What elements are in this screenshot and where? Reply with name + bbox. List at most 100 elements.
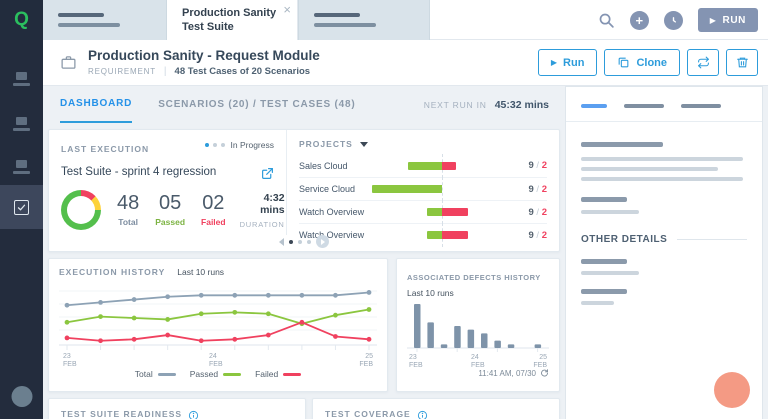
tab-title-line1: Production Sanity [182,6,297,20]
legend-item-passed: Passed [190,369,241,379]
readiness-heading: TEST SUITE READINESS [61,409,182,419]
close-icon[interactable]: × [283,2,291,17]
browser-tab-1[interactable] [43,0,167,40]
last-runs-subtitle: Last 10 runs [407,288,549,298]
defects-bar-chart [407,300,549,354]
x-tick-label: 25FEB [533,354,547,370]
run-label: RUN [723,15,746,26]
other-details-heading: OTHER DETAILS [581,234,667,245]
execution-history-chart [59,281,377,353]
project-progress-bar [377,162,507,170]
tab-skeleton-active[interactable] [581,104,607,108]
refresh-icon[interactable] [540,369,549,378]
run-button[interactable]: ▶ Run [538,49,598,76]
stat-value: 05 [155,193,185,213]
stat-label: Total [117,217,139,227]
details-side-panel: OTHER DETAILS [565,86,763,419]
user-avatar[interactable] [11,386,32,407]
execution-stats-row: 48 Total 05 Passed 02 Failed 4:32 mins D… [61,190,274,230]
chevron-down-icon [360,142,368,147]
duration-label: DURATION [240,220,285,229]
tab-skeleton[interactable] [624,104,664,108]
tab-title-line2: Test Suite [182,20,297,34]
stat-label: Passed [155,217,185,227]
logo-q-icon: Q [14,9,29,31]
divider: | [164,66,167,77]
last-execution-card: LAST EXECUTION In Progress Test Suite - … [48,129,560,252]
clone-button[interactable]: Clone [604,49,680,76]
placeholder-icon [13,72,30,86]
skeleton-heading [581,197,627,202]
projects-rows: Sales Cloud 9 / 2 Service Cloud 9 / 2 Wa… [299,154,547,246]
schedule-repeat-button[interactable] [687,49,719,76]
tab-skeleton-line [314,13,360,17]
test-suite-readiness-card: TEST SUITE READINESS [48,398,306,419]
timestamp-text: 11:41 AM, 07/30 [478,369,536,378]
execution-donut-chart [61,190,101,230]
in-progress-status: In Progress [205,140,274,150]
scrollbar-track[interactable] [763,86,768,419]
info-icon[interactable] [417,408,428,419]
progress-dot [213,143,217,147]
last-refresh-timestamp: 11:41 AM, 07/30 [407,369,549,378]
execution-history-card: EXECUTION HISTORY Last 10 runs 23FEB 24F… [48,258,388,392]
chevron-left-icon[interactable] [279,238,284,246]
briefcase-icon [60,54,77,71]
tab-dashboard[interactable]: DASHBOARD [60,86,132,123]
info-icon[interactable] [188,408,199,419]
tab-skeleton-line [58,13,104,17]
add-icon[interactable]: + [630,11,649,30]
coverage-heading: TEST COVERAGE [325,409,411,419]
stat-value: 48 [117,193,139,213]
skeleton-line [581,177,743,181]
last-execution-panel: LAST EXECUTION In Progress Test Suite - … [49,130,286,251]
sidebar-item-test-suites-active[interactable] [0,185,43,229]
stat-passed: 05 Passed [155,193,185,227]
progress-dot [205,143,209,147]
clock-icon[interactable] [664,11,683,30]
projects-header[interactable]: PROJECTS [299,139,547,149]
projects-panel: PROJECTS Sales Cloud 9 / 2 Service Cloud… [286,130,559,235]
skeleton-line [581,271,639,275]
project-row[interactable]: Watch Overview 9 / 2 [299,223,547,246]
clone-label: Clone [636,57,667,69]
browser-tab-3[interactable] [298,0,430,40]
sidebar-item-2[interactable] [0,102,43,146]
tab-skeleton[interactable] [681,104,721,108]
app-logo[interactable]: Q [0,0,43,40]
search-icon[interactable] [598,12,615,29]
status-text: In Progress [231,140,274,150]
duration-value: 4:32 mins [240,192,285,216]
page-header: Production Sanity - Request Module REQUI… [43,40,768,86]
external-link-icon[interactable] [261,167,274,180]
legend-swatch [223,373,241,376]
floating-action-button[interactable] [714,372,750,408]
project-row[interactable]: Watch Overview 9 / 2 [299,200,547,223]
sidebar-item-3[interactable] [0,145,43,189]
next-run-label: NEXT RUN IN [424,100,487,110]
header-title-block: Production Sanity - Request Module REQUI… [88,48,320,77]
carousel-dot-active[interactable] [289,240,293,244]
chart-legend: Total Passed Failed [59,369,377,379]
project-row[interactable]: Service Cloud 9 / 2 [299,177,547,200]
project-name: Sales Cloud [299,161,377,171]
project-progress-bar [377,208,507,216]
page-title: Production Sanity - Request Module [88,48,320,63]
placeholder-icon [13,160,30,174]
delete-button[interactable] [726,49,758,76]
project-row[interactable]: Sales Cloud 9 / 2 [299,154,547,177]
carousel-dot[interactable] [298,240,302,244]
trash-icon [736,56,749,69]
skeleton-line [581,301,614,305]
tab-scenarios-testcases[interactable]: SCENARIOS (20) / TEST CASES (48) [158,86,355,123]
app-window: Q Production Sanity Test Suite × + ▶ RUN [0,0,768,419]
stat-total: 48 Total [117,193,139,227]
carousel-play-button[interactable] [316,235,329,248]
left-sidebar [0,40,43,419]
dashboard-tabs: DASHBOARD SCENARIOS (20) / TEST CASES (4… [43,86,563,123]
last-execution-heading: LAST EXECUTION [61,144,149,154]
sidebar-item-1[interactable] [0,57,43,101]
browser-tab-active[interactable]: Production Sanity Test Suite × [167,0,298,40]
run-button-topbar[interactable]: ▶ RUN [698,8,758,32]
carousel-dot[interactable] [307,240,311,244]
